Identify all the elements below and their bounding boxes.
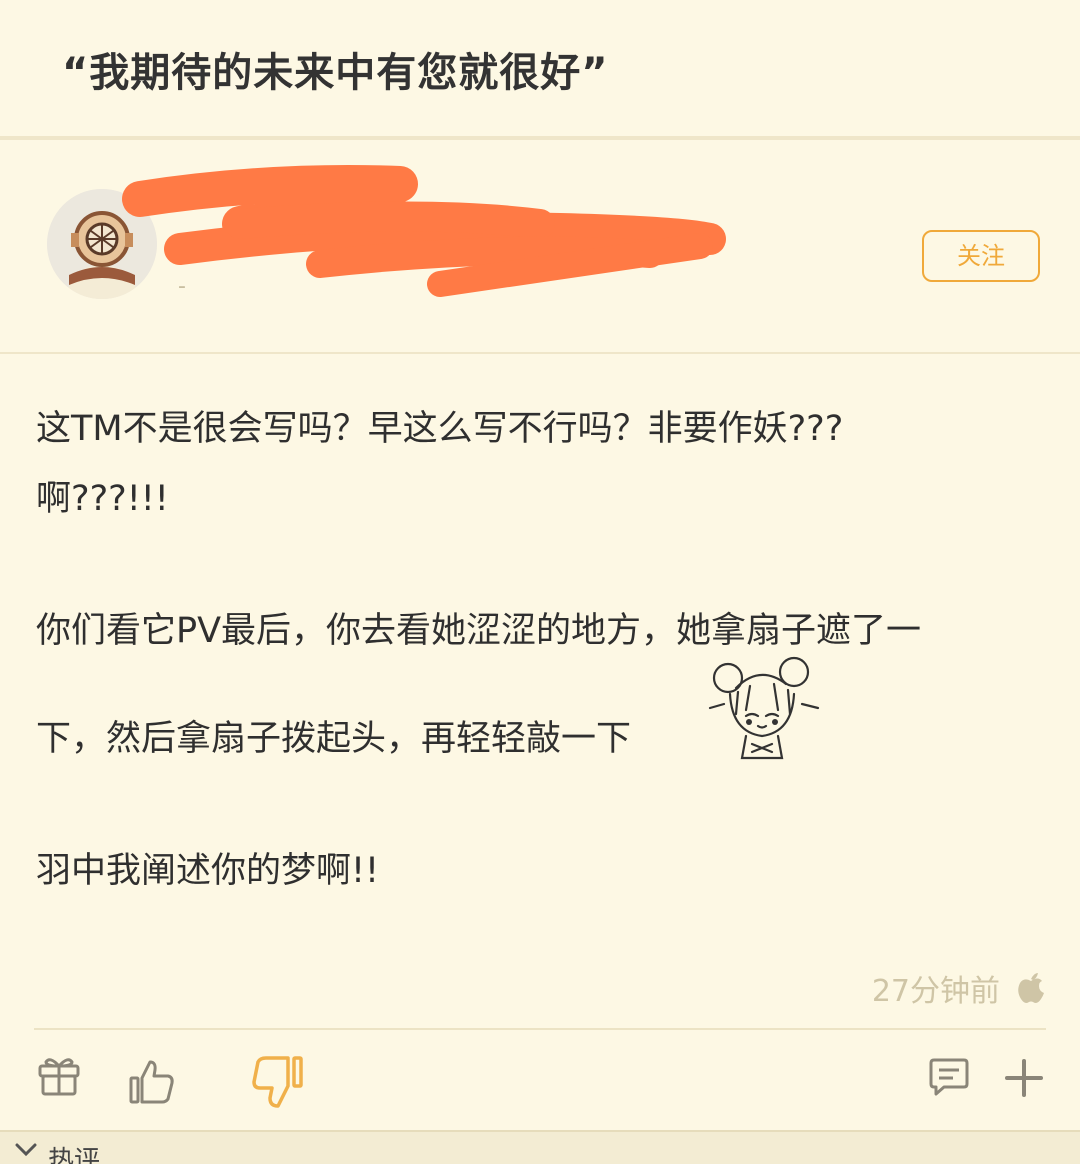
post-body-line: 羽中我阐述你的梦啊!! (36, 851, 380, 891)
post-page: “我期待的未来中有您就很好” - 关注 这TM不是很会写吗？早这么写不行吗？非要… (0, 0, 1080, 1164)
post-body-line: 下，然后拿扇子拨起头，再轻轻敲一下 (36, 719, 632, 759)
post-meta: 27分钟前 (872, 966, 1046, 1010)
post-body-line: 这TM不是很会写吗？早这么写不行吗？非要作妖??? (36, 409, 844, 449)
gift-icon[interactable] (36, 1052, 82, 1098)
author-row: - 关注 (0, 144, 1080, 354)
plus-icon[interactable] (1004, 1058, 1044, 1098)
redaction-scribble (122, 165, 726, 297)
thumbs-down-icon[interactable] (250, 1054, 306, 1110)
hot-comments-label: 热评 (48, 1146, 101, 1164)
chevron-down-icon (15, 1143, 37, 1157)
apple-icon (1018, 973, 1044, 1003)
follow-button[interactable]: 关注 (922, 230, 1040, 282)
post-body-line: 啊???!!! (36, 479, 169, 519)
post-timestamp: 27分钟前 (871, 974, 1000, 1009)
hot-comments-bar[interactable]: 热评 (0, 1130, 1080, 1164)
post-body-line: 你们看它PV最后，你去看她涩涩的地方，她拿扇子遮了一 (36, 611, 922, 651)
comment-icon[interactable] (928, 1056, 970, 1098)
post-title: “我期待的未来中有您就很好” (62, 50, 609, 96)
title-bar: “我期待的未来中有您就很好” (0, 0, 1080, 140)
sticker-image (708, 656, 820, 760)
thumbs-up-icon[interactable] (128, 1058, 176, 1106)
divider (34, 1028, 1046, 1030)
